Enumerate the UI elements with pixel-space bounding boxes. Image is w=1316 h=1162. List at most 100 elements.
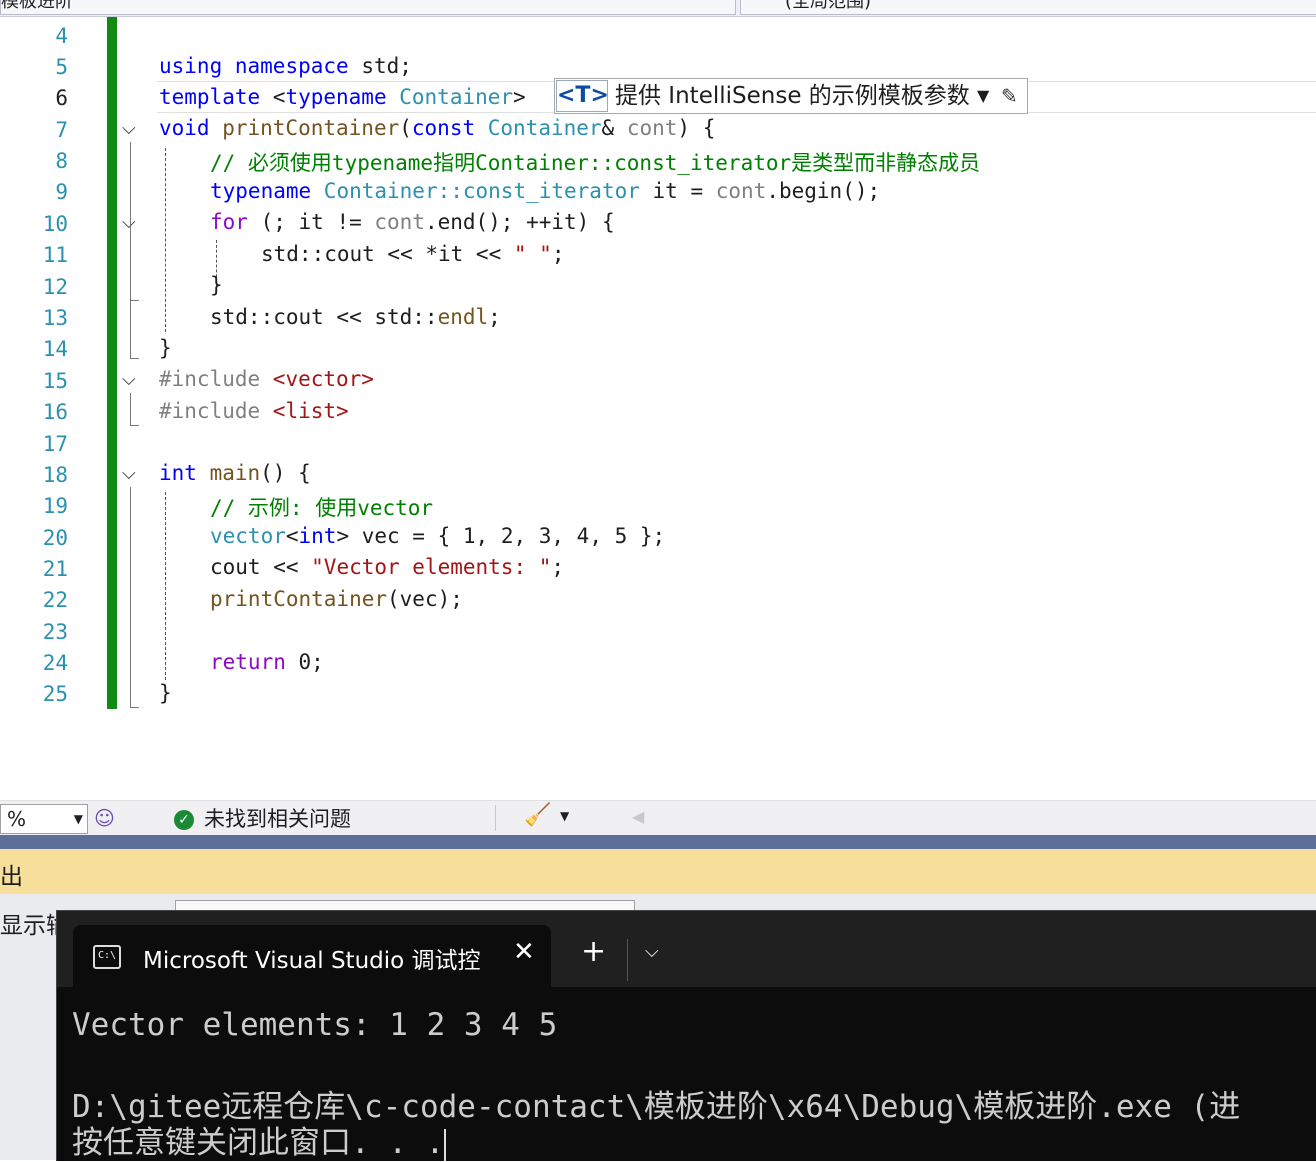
intellisense-template-bar[interactable]: <T> 提供 IntelliSense 的示例模板参数 ▼ ✎ xyxy=(554,78,1028,114)
line-number: 16 xyxy=(42,400,68,424)
code-cleanup-brush-icon[interactable]: 🧹 xyxy=(524,803,551,828)
pencil-icon[interactable]: ✎ xyxy=(1001,84,1018,108)
line-number-current: 6 xyxy=(55,86,68,110)
code-token: const xyxy=(411,116,476,140)
code-line: typename Container::const_iterator it = … xyxy=(210,179,880,203)
code-token: ) xyxy=(677,116,691,140)
code-token: cont xyxy=(614,116,678,140)
copilot-icon[interactable]: ☺ xyxy=(94,806,115,830)
code-token: Container xyxy=(475,116,602,140)
chevron-down-icon[interactable]: ⌵ xyxy=(645,941,659,962)
zoom-combo[interactable]: % ▼ xyxy=(0,804,88,834)
code-line: return 0; xyxy=(210,650,324,674)
zoom-value: % xyxy=(7,807,27,831)
code-token: = xyxy=(677,179,716,203)
code-token: (; it != xyxy=(247,210,375,234)
code-token: .end(); ++it) { xyxy=(424,210,615,234)
debug-console-window[interactable]: C:\ Microsoft Visual Studio 调试控 ✕ + ⌵ Ve… xyxy=(56,910,1316,1161)
fold-collapse-icon[interactable]: ⌵ xyxy=(122,118,136,139)
code-token: } xyxy=(159,336,172,360)
line-number: 9 xyxy=(55,180,68,204)
line-number: 21 xyxy=(42,557,68,581)
scroll-left-icon[interactable]: ◀ xyxy=(632,807,644,826)
code-token: > xyxy=(513,85,526,109)
line-number: 24 xyxy=(42,651,68,675)
code-token: < xyxy=(285,524,299,548)
check-circle-icon: ✓ xyxy=(174,810,194,830)
text-cursor xyxy=(444,1128,447,1161)
code-line: using namespace std; xyxy=(159,54,412,78)
code-token: Container xyxy=(311,179,438,203)
code-comment: // 必须使用typename指明Container::const_iterat… xyxy=(210,151,981,175)
change-tracking-bar xyxy=(107,17,117,709)
console-output-line: Vector elements: 1 2 3 4 5 xyxy=(72,1007,558,1043)
code-token: cout xyxy=(210,555,261,579)
fold-region-end xyxy=(130,300,139,301)
code-line: std::cout << std::endl; xyxy=(210,305,501,329)
code-line: std::cout << *it << " "; xyxy=(261,242,564,266)
terminal-tab[interactable]: C:\ Microsoft Visual Studio 调试控 ✕ xyxy=(73,925,551,987)
fold-region-end xyxy=(130,358,139,359)
fold-region-line xyxy=(130,393,131,425)
output-panel-header: 出 xyxy=(0,849,1316,894)
code-token: (vec); xyxy=(387,587,463,611)
code-comment: // 示例: 使用vector xyxy=(210,496,434,520)
scope-combo[interactable]: (全局范围) xyxy=(740,0,1316,15)
code-token: Container xyxy=(386,85,514,109)
code-token: #include xyxy=(159,399,261,423)
code-line: } xyxy=(210,273,223,297)
editor-navigation-bar: 模板进阶 (全局范围) xyxy=(0,0,1316,17)
panel-splitter[interactable] xyxy=(0,835,1316,849)
line-number: 15 xyxy=(42,369,68,393)
new-tab-plus-icon[interactable]: + xyxy=(581,937,606,967)
chevron-down-icon[interactable]: ▼ xyxy=(977,86,989,105)
divider xyxy=(627,939,628,981)
fold-collapse-icon[interactable]: ⌵ xyxy=(122,369,136,390)
line-number: 18 xyxy=(42,463,68,487)
code-line: vector<int> vec = { 1, 2, 3, 4, 5 }; xyxy=(210,524,665,548)
project-combo-label: 模板进阶 xyxy=(1,0,73,12)
fold-collapse-icon[interactable]: ⌵ xyxy=(122,212,136,233)
code-token: ; xyxy=(551,242,565,266)
code-line: template <typename Container> xyxy=(159,85,526,109)
code-line: } xyxy=(159,336,172,360)
code-token: } xyxy=(210,273,223,297)
code-token: namespace xyxy=(234,54,349,78)
output-panel-title: 出 xyxy=(0,864,23,890)
line-number: 17 xyxy=(42,432,68,456)
intellisense-popup-text: 提供 IntelliSense 的示例模板参数 xyxy=(615,83,970,109)
code-token: < xyxy=(260,85,286,109)
code-line: // 必须使用typename指明Container::const_iterat… xyxy=(210,147,980,177)
line-number: 7 xyxy=(55,118,68,142)
code-token: std::cout << std:: xyxy=(210,305,438,329)
code-line: // 示例: 使用vector xyxy=(210,492,433,522)
close-icon[interactable]: ✕ xyxy=(513,937,535,967)
line-number: 13 xyxy=(42,306,68,330)
code-token: > vec = { 1, 2, 3, 4, 5 }; xyxy=(336,524,666,548)
fold-collapse-icon[interactable]: ⌵ xyxy=(122,463,136,484)
code-token: int xyxy=(298,524,337,548)
project-combo[interactable]: 模板进阶 xyxy=(0,0,736,15)
code-token: typename xyxy=(285,85,387,109)
line-number: 11 xyxy=(42,243,68,267)
code-token: vector xyxy=(210,524,286,548)
issues-indicator[interactable]: ✓ 未找到相关问题 xyxy=(174,806,351,832)
code-line: printContainer(vec); xyxy=(210,587,463,611)
code-token: main xyxy=(196,461,261,485)
line-number: 22 xyxy=(42,588,68,612)
line-number: 14 xyxy=(42,337,68,361)
code-line: cout << "Vector elements: "; xyxy=(210,555,564,579)
terminal-tab-title: Microsoft Visual Studio 调试控 xyxy=(143,948,481,974)
code-token: template xyxy=(159,85,261,109)
code-line: void printContainer(const Container& con… xyxy=(159,116,715,140)
code-token: ; xyxy=(488,305,501,329)
code-token: endl xyxy=(437,305,489,329)
code-token: cont xyxy=(374,210,425,234)
code-token: << xyxy=(260,555,312,579)
fold-region-line xyxy=(130,142,131,358)
chevron-down-icon[interactable]: ▼ xyxy=(560,809,569,823)
code-line: #include <list> xyxy=(159,399,349,423)
code-token: printContainer xyxy=(210,587,388,611)
code-token: return xyxy=(210,650,286,674)
console-output-line: 按任意键关闭此窗口. . . xyxy=(72,1117,447,1162)
